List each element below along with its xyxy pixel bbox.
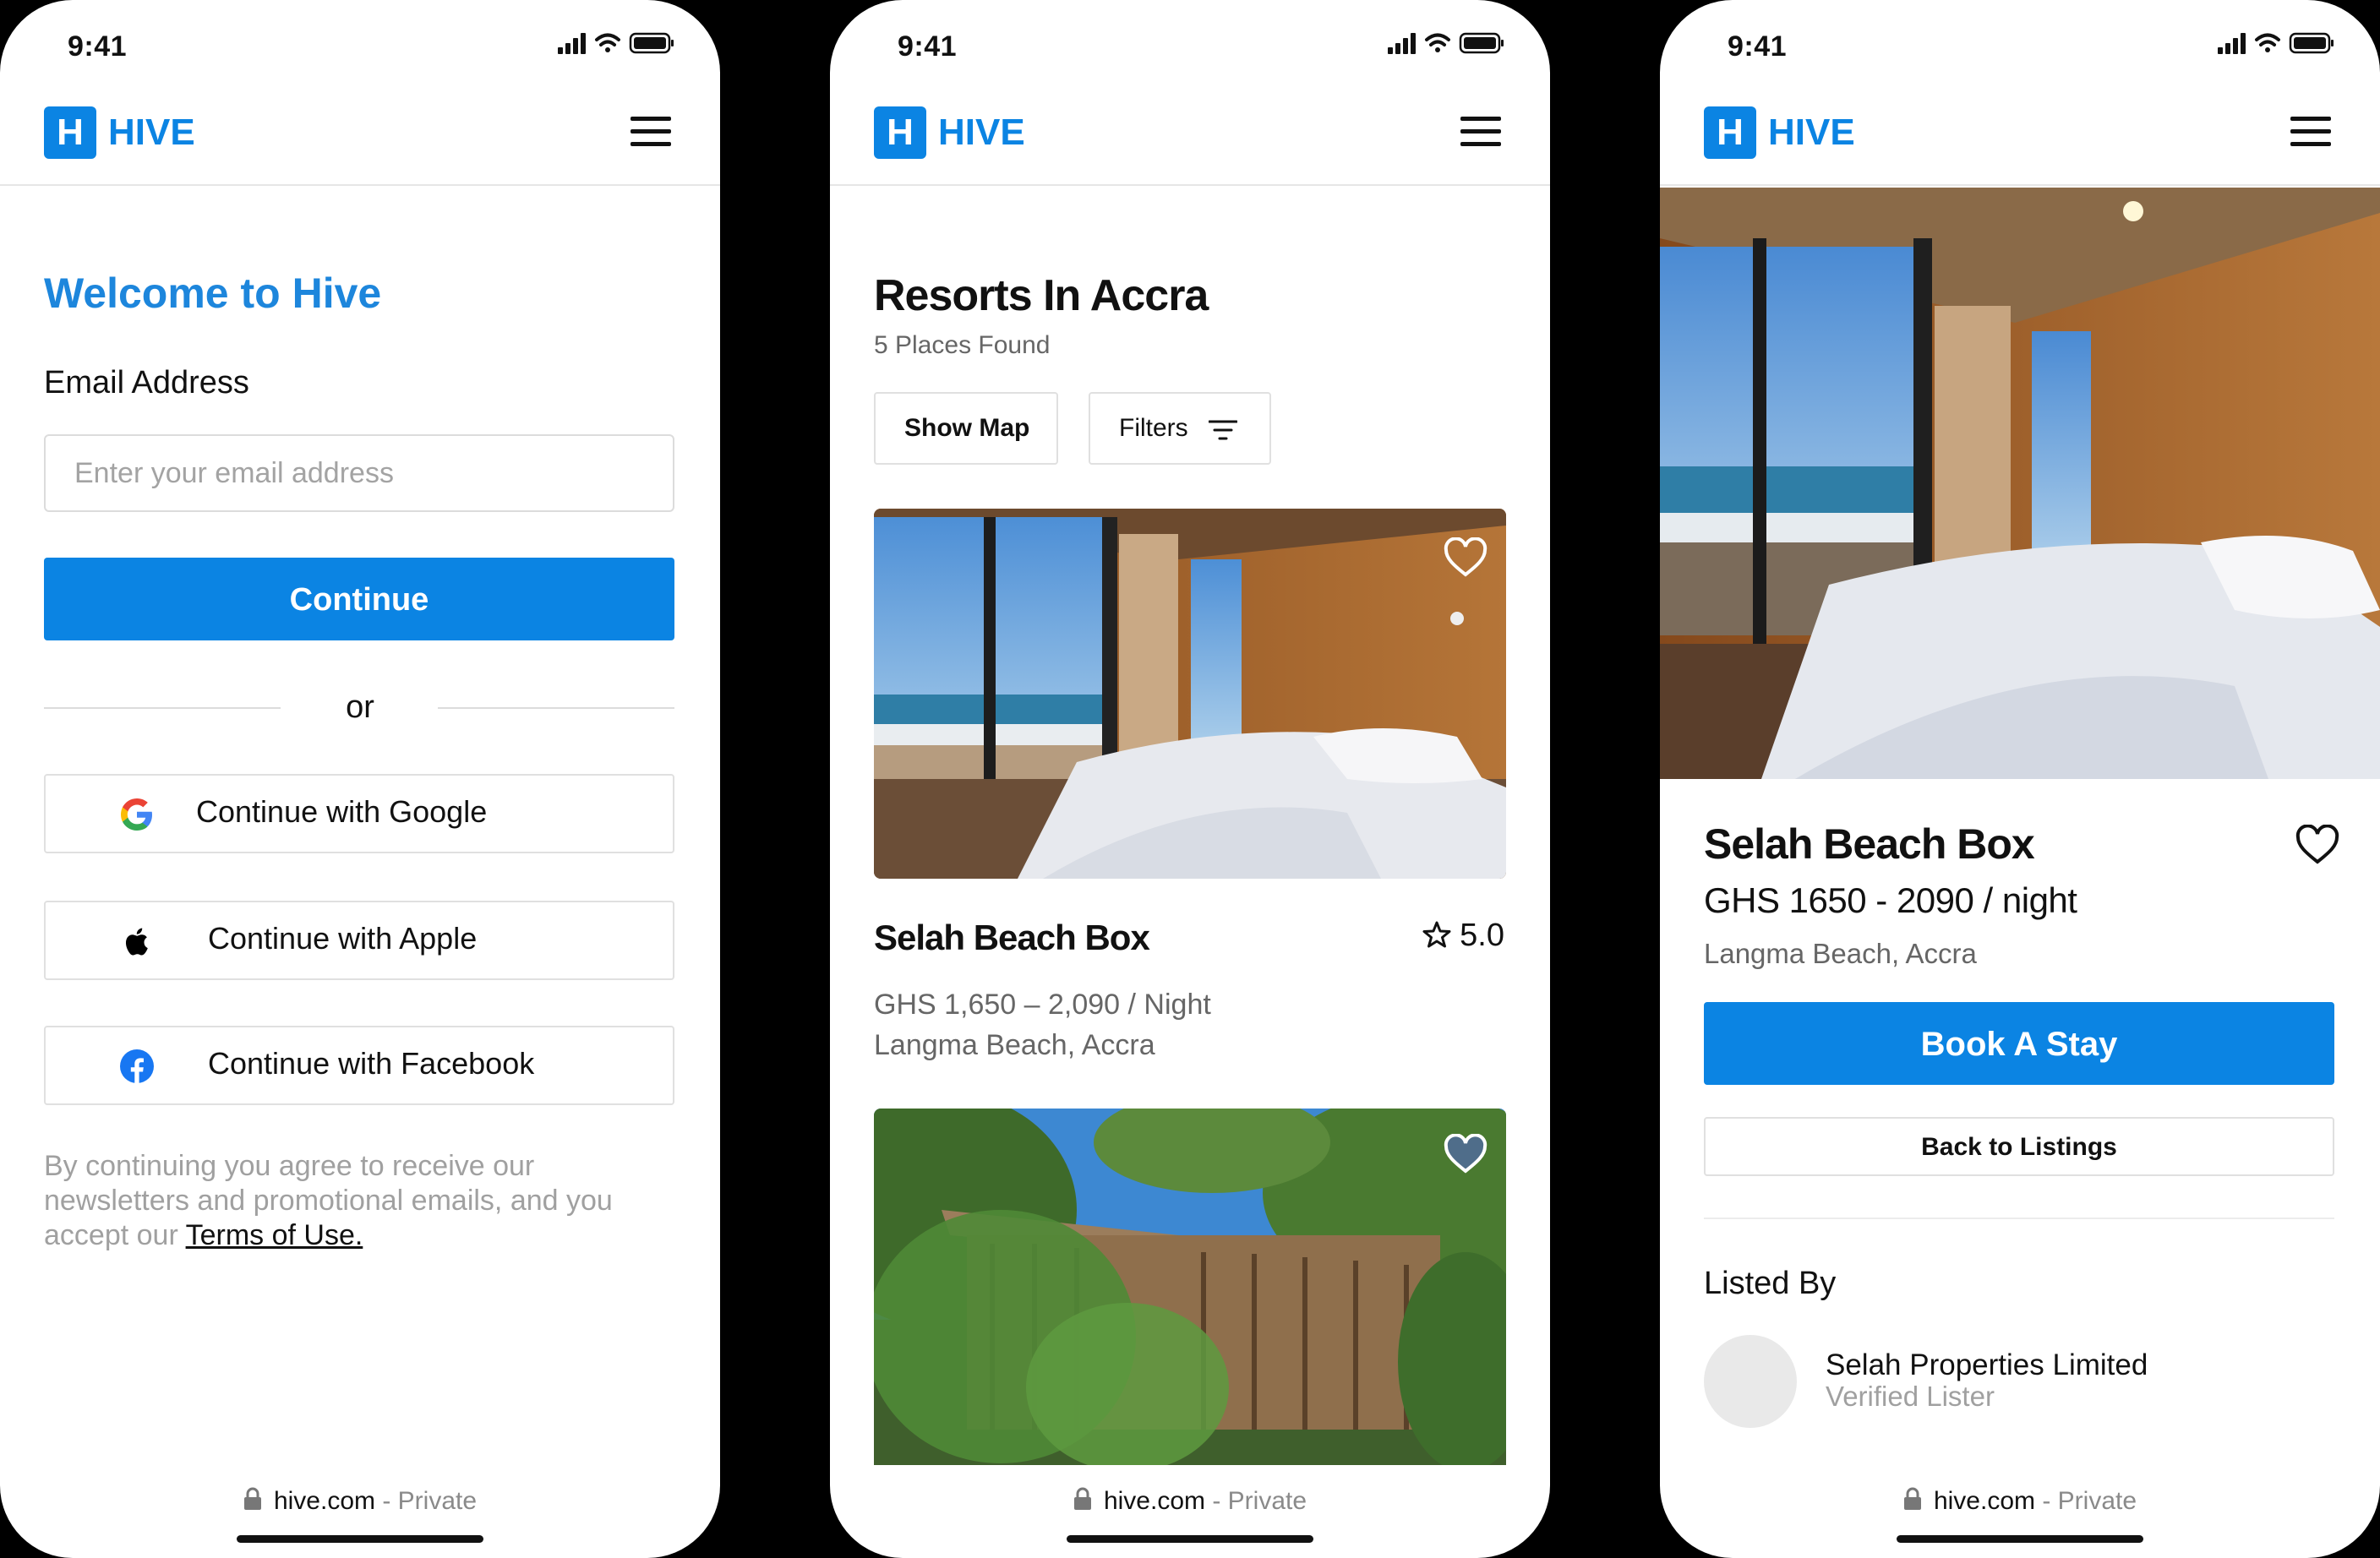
cabin-photo — [874, 1109, 1506, 1465]
browser-url-bar[interactable]: hive.com - Private — [830, 1487, 1550, 1516]
url-domain: hive.com — [1103, 1487, 1205, 1515]
wifi-icon — [595, 33, 620, 52]
favorite-heart-filled-icon[interactable] — [1444, 1134, 1488, 1174]
browser-url-bar[interactable]: hive.com - Private — [0, 1487, 720, 1516]
listing-price: GHS 1,650 – 2,090 / Night — [874, 989, 1211, 1021]
status-bar: 9:41 — [1660, 0, 2380, 93]
lister-avatar[interactable] — [1704, 1335, 1797, 1428]
signal-icon — [1388, 33, 1416, 54]
home-indicator[interactable] — [237, 1535, 483, 1543]
logo-mark: H — [874, 106, 926, 159]
browser-url-bar[interactable]: hive.com - Private — [1660, 1487, 2380, 1516]
facebook-signin-label: Continue with Facebook — [208, 1046, 535, 1081]
signin-screen: 9:41 H HIVE Welcome to Hive Email Addres… — [0, 0, 720, 1558]
home-indicator[interactable] — [1067, 1535, 1313, 1543]
facebook-icon — [120, 1049, 154, 1083]
listing-title: Selah Beach Box — [1704, 820, 2035, 868]
logo-text: HIVE — [108, 112, 195, 153]
filters-label: Filters — [1119, 414, 1188, 442]
status-icons — [1388, 32, 1504, 54]
terms-of-use-link[interactable]: Terms of Use. — [186, 1219, 363, 1251]
favorite-heart-icon[interactable] — [2295, 825, 2339, 865]
apple-signin-label: Continue with Apple — [208, 921, 478, 956]
hive-logo[interactable]: H HIVE — [874, 106, 1025, 159]
hive-logo[interactable]: H HIVE — [1704, 106, 1855, 159]
battery-icon — [2289, 32, 2334, 54]
status-time: 9:41 — [898, 30, 958, 63]
listing-rating: 5.0 — [1422, 918, 1504, 954]
url-private-mode: - Private — [2035, 1487, 2137, 1515]
status-time: 9:41 — [68, 30, 128, 63]
google-signin-button[interactable]: Continue with Google — [44, 774, 674, 853]
status-bar: 9:41 — [830, 0, 1550, 93]
or-separator: or — [346, 689, 374, 725]
wifi-icon — [2255, 33, 2280, 52]
app-header: H HIVE — [1660, 93, 2380, 186]
page-title: Resorts In Accra — [874, 271, 1209, 320]
bedroom-photo — [874, 509, 1506, 879]
status-time: 9:41 — [1728, 30, 1788, 63]
book-a-stay-button[interactable]: Book A Stay — [1704, 1002, 2334, 1085]
apple-signin-button[interactable]: Continue with Apple — [44, 901, 674, 980]
star-icon — [1422, 921, 1451, 948]
battery-icon — [629, 32, 674, 54]
status-icons — [2218, 32, 2334, 54]
lock-icon — [1903, 1487, 1921, 1510]
lock-icon — [1073, 1487, 1091, 1510]
signal-icon — [558, 33, 586, 54]
logo-text: HIVE — [938, 112, 1025, 153]
url-private-mode: - Private — [375, 1487, 478, 1515]
lister-status: Verified Lister — [1826, 1381, 1995, 1412]
show-map-button[interactable]: Show Map — [874, 392, 1058, 465]
lister-name[interactable]: Selah Properties Limited — [1826, 1348, 2148, 1382]
apple-icon — [125, 928, 148, 956]
listing-title[interactable]: Selah Beach Box — [874, 918, 1150, 958]
status-bar: 9:41 — [0, 0, 720, 93]
listing-image[interactable] — [874, 509, 1506, 879]
google-signin-label: Continue with Google — [196, 794, 488, 829]
listings-screen: 9:41 H HIVE Resorts In Accra 5 Places Fo… — [830, 0, 1550, 1558]
show-map-label: Show Map — [904, 414, 1030, 442]
hive-logo[interactable]: H HIVE — [44, 106, 195, 159]
listing-location: Langma Beach, Accra — [874, 1029, 1155, 1061]
section-divider — [1704, 1218, 2334, 1219]
hamburger-menu-icon[interactable] — [2290, 117, 2331, 150]
wifi-icon — [1425, 33, 1450, 52]
listing-price: GHS 1650 - 2090 / night — [1704, 880, 2077, 920]
status-icons — [558, 32, 674, 54]
filters-button[interactable]: Filters — [1089, 392, 1271, 465]
logo-mark: H — [44, 106, 96, 159]
url-domain: hive.com — [1933, 1487, 2035, 1515]
signal-icon — [2218, 33, 2246, 54]
app-header: H HIVE — [0, 93, 720, 186]
filter-icon — [1209, 420, 1237, 440]
facebook-signin-button[interactable]: Continue with Facebook — [44, 1026, 674, 1105]
legal-notice: By continuing you agree to receive our n… — [44, 1149, 686, 1253]
detail-screen: 9:41 H HIVE Selah Beach Box GHS 1650 - 2… — [1660, 0, 2380, 1558]
battery-icon — [1459, 32, 1504, 54]
google-icon — [121, 798, 152, 831]
back-to-listings-button[interactable]: Back to Listings — [1704, 1117, 2334, 1176]
listing-location: Langma Beach, Accra — [1704, 938, 1977, 969]
email-field[interactable] — [44, 434, 674, 512]
results-count: 5 Places Found — [874, 331, 1051, 359]
logo-text: HIVE — [1768, 112, 1855, 153]
bedroom-hero-photo — [1660, 188, 2380, 779]
listing-hero-image[interactable] — [1660, 188, 2380, 779]
page-title: Welcome to Hive — [44, 270, 382, 317]
favorite-heart-icon[interactable] — [1444, 537, 1488, 578]
hamburger-menu-icon[interactable] — [1460, 117, 1501, 150]
app-header: H HIVE — [830, 93, 1550, 186]
listing-image[interactable] — [874, 1109, 1506, 1465]
home-indicator[interactable] — [1897, 1535, 2143, 1543]
url-domain: hive.com — [273, 1487, 375, 1515]
lock-icon — [243, 1487, 261, 1510]
url-private-mode: - Private — [1205, 1487, 1307, 1515]
continue-button[interactable]: Continue — [44, 558, 674, 640]
email-label: Email Address — [44, 365, 249, 400]
listed-by-heading: Listed By — [1704, 1266, 1837, 1301]
rating-value: 5.0 — [1460, 918, 1504, 953]
logo-mark: H — [1704, 106, 1756, 159]
hamburger-menu-icon[interactable] — [630, 117, 671, 150]
